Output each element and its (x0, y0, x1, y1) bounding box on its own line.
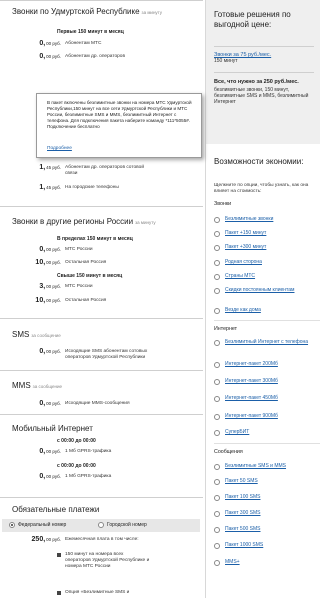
divider (214, 72, 314, 73)
radio-city[interactable] (98, 522, 104, 528)
section-title-regions: Звонки в другие регионы России за минуту (12, 217, 156, 226)
price-row: 1,45 руб. Абонентам др. операторов сотов… (39, 164, 145, 176)
divider (214, 46, 314, 47)
subhead-time: с 00:00 до 00:00 (57, 438, 96, 444)
option-plus-300[interactable]: Пакет +300 минут (214, 244, 324, 254)
more-details-link[interactable]: Подробнее (47, 146, 72, 151)
divider (214, 443, 320, 444)
radio-federal-label: Федеральный номер (18, 522, 67, 528)
section-mms (0, 370, 203, 371)
price-row: 0,00 руб. Исходящие SMS абонентам сотовы… (39, 348, 148, 360)
section-title-sms: SMS за сообщение (12, 330, 61, 339)
divider (214, 320, 320, 321)
option-mms-plus[interactable]: MMS+ (214, 559, 324, 569)
section-regions-calls (0, 206, 203, 207)
category-internet: Интернет (214, 326, 238, 332)
price-row: 10,00 руб. Остальная Россия (35, 297, 107, 304)
option-internet-450[interactable]: Интернет-пакет 450Мб (214, 395, 324, 405)
number-type-selector: Федеральный номер Городской номер (2, 519, 200, 532)
tariff-details: Звонки по Удмуртской Республике за минуту… (0, 0, 203, 598)
promo-title: Готовые решения по выгодной цене: (214, 10, 291, 29)
option-plus-150[interactable]: Пакет +150 минут (214, 230, 324, 240)
option-sms-300[interactable]: Пакет 300 SMS (214, 510, 324, 520)
subhead-first-150: Первые 150 минут в месяц (57, 29, 124, 35)
subhead-within-150: В пределах 150 минут в месяц (57, 236, 133, 242)
package-info-popup: В пакет включены безлимитные звонки на н… (36, 93, 202, 158)
bullet-item: 150 минут на номера всех операторов Удму… (0, 551, 200, 581)
option-loyal-discount[interactable]: Скидки постоянным клиентам (214, 287, 324, 303)
option-everywhere-home[interactable]: Везде как дома (214, 307, 324, 317)
option-unlimited-calls[interactable]: Безлимитные звонки (214, 216, 324, 226)
offer-250: Все, что нужно за 250 руб./мес. безлимит… (214, 79, 314, 105)
price-row: 3,00 руб. МТС России (39, 283, 93, 290)
bullet-icon (57, 591, 61, 595)
option-unlimited-sms-mms[interactable]: Безлимитные SMS и MMS (214, 463, 324, 473)
price-row: 0,00 руб. Исходящие MMS-сообщения (39, 400, 130, 407)
option-sms-500[interactable]: Пакет 500 SMS (214, 526, 324, 536)
price-row: 0,00 руб. МТС России (39, 246, 93, 253)
radio-city-label: Городской номер (107, 522, 147, 528)
radio-federal[interactable] (9, 522, 15, 528)
price-row: 0,00 руб. Абонентам др. операторов (39, 53, 126, 60)
offer-75: Звонки за 75 руб./мес. 150 минут (214, 52, 314, 64)
option-internet-200[interactable]: Интернет-пакет 200Мб (214, 361, 324, 371)
economy-desc: Щелкните по опции, чтобы узнать, как она… (214, 183, 309, 194)
bullet-item: Опция «Безлимитные SMS и (0, 589, 200, 598)
price-row: 0,00 руб. Абонентам МТС (39, 40, 102, 47)
option-unlimited-internet[interactable]: Безлимитный Интернет с телефона (214, 339, 324, 355)
sidebar: Готовые решения по выгодной цене: Звонки… (206, 0, 325, 598)
option-internet-300[interactable]: Интернет-пакет 300Мб (214, 378, 324, 388)
section-payments (0, 497, 203, 498)
price-row: 0,00 руб. 1 Мб GPRS-трафика (39, 448, 112, 455)
section-udmurt-calls (0, 0, 203, 1)
subhead-time: с 00:00 до 00:00 (57, 463, 96, 469)
category-messages: Сообщения (214, 449, 243, 455)
section-internet (0, 414, 203, 415)
option-sms-50[interactable]: Пакет 50 SMS (214, 478, 324, 488)
option-sms-1000[interactable]: Пакет 1000 SMS (214, 542, 324, 552)
option-home-side[interactable]: Родная сторона (214, 259, 324, 269)
ready-solutions-panel: Готовые решения по выгодной цене: Звонки… (206, 0, 320, 144)
price-row: 0,00 руб. 1 Мб GPRS-трафика (39, 473, 112, 480)
option-internet-900[interactable]: Интернет-пакет 900Мб (214, 413, 324, 423)
section-title-udmurt: Звонки по Удмуртской Республике за минуту (12, 7, 163, 16)
subhead-over-150: Свыше 150 минут в месяц (57, 273, 123, 279)
price-row: 1,45 руб. На городские телефоны (39, 184, 119, 191)
price-row: 10,00 руб. Остальная Россия (35, 259, 107, 266)
category-calls: Звонки (214, 201, 232, 207)
section-title-mms: MMS за сообщение (12, 381, 63, 390)
option-sms-100[interactable]: Пакет 100 SMS (214, 494, 324, 504)
price-row: 250,00 руб. Ежемесячная плата в том числ… (31, 536, 139, 543)
option-superbit[interactable]: СуперБИТ (214, 429, 324, 439)
bullet-icon (57, 553, 61, 557)
popup-text: В пакет включены безлимитные звонки на н… (47, 100, 192, 129)
economy-title: Возможности экономии: (214, 157, 304, 166)
offer-250-title: Все, что нужно за 250 руб./мес. (214, 79, 299, 85)
section-title-internet: Мобильный Интернет (12, 424, 93, 433)
section-title-payments: Обязательные платежи (12, 505, 100, 514)
section-sms (0, 318, 203, 319)
option-mts-countries[interactable]: Страны МТС (214, 273, 324, 283)
